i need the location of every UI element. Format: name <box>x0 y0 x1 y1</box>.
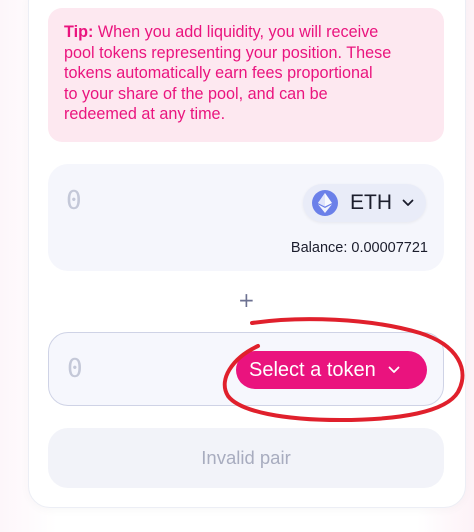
token-a-panel: 0 ETH Balance: 0.00007721 <box>48 164 444 271</box>
token-b-panel: 0 Select a token <box>48 332 444 406</box>
tip-line-5: redeemed at any time. <box>64 105 226 123</box>
tip-line-1: Tip: When you add liquidity, you will re… <box>64 23 379 41</box>
select-token-label: Select a token <box>249 358 376 381</box>
token-a-symbol: ETH <box>350 191 392 214</box>
ethereum-icon <box>312 190 338 216</box>
invalid-pair-button[interactable]: Invalid pair <box>48 428 444 488</box>
tip-line-3: tokens automatically earn fees proportio… <box>64 64 373 82</box>
tip-label: Tip: <box>64 23 94 41</box>
chevron-down-icon <box>402 199 414 207</box>
token-a-balance: Balance: 0.00007721 <box>290 240 428 256</box>
token-b-amount-input[interactable]: 0 <box>67 354 83 384</box>
token-a-amount-input[interactable]: 0 <box>66 186 82 216</box>
token-a-select-button[interactable]: ETH <box>303 184 426 222</box>
tip-line-4: to your share of the pool, and can be <box>64 84 328 103</box>
tip-box: Tip: When you add liquidity, you will re… <box>48 8 444 142</box>
chevron-down-icon <box>388 366 400 374</box>
tip-line-2: pool tokens representing your position. … <box>64 43 392 62</box>
select-token-button[interactable]: Select a token <box>236 351 427 389</box>
plus-icon: + <box>238 288 255 312</box>
